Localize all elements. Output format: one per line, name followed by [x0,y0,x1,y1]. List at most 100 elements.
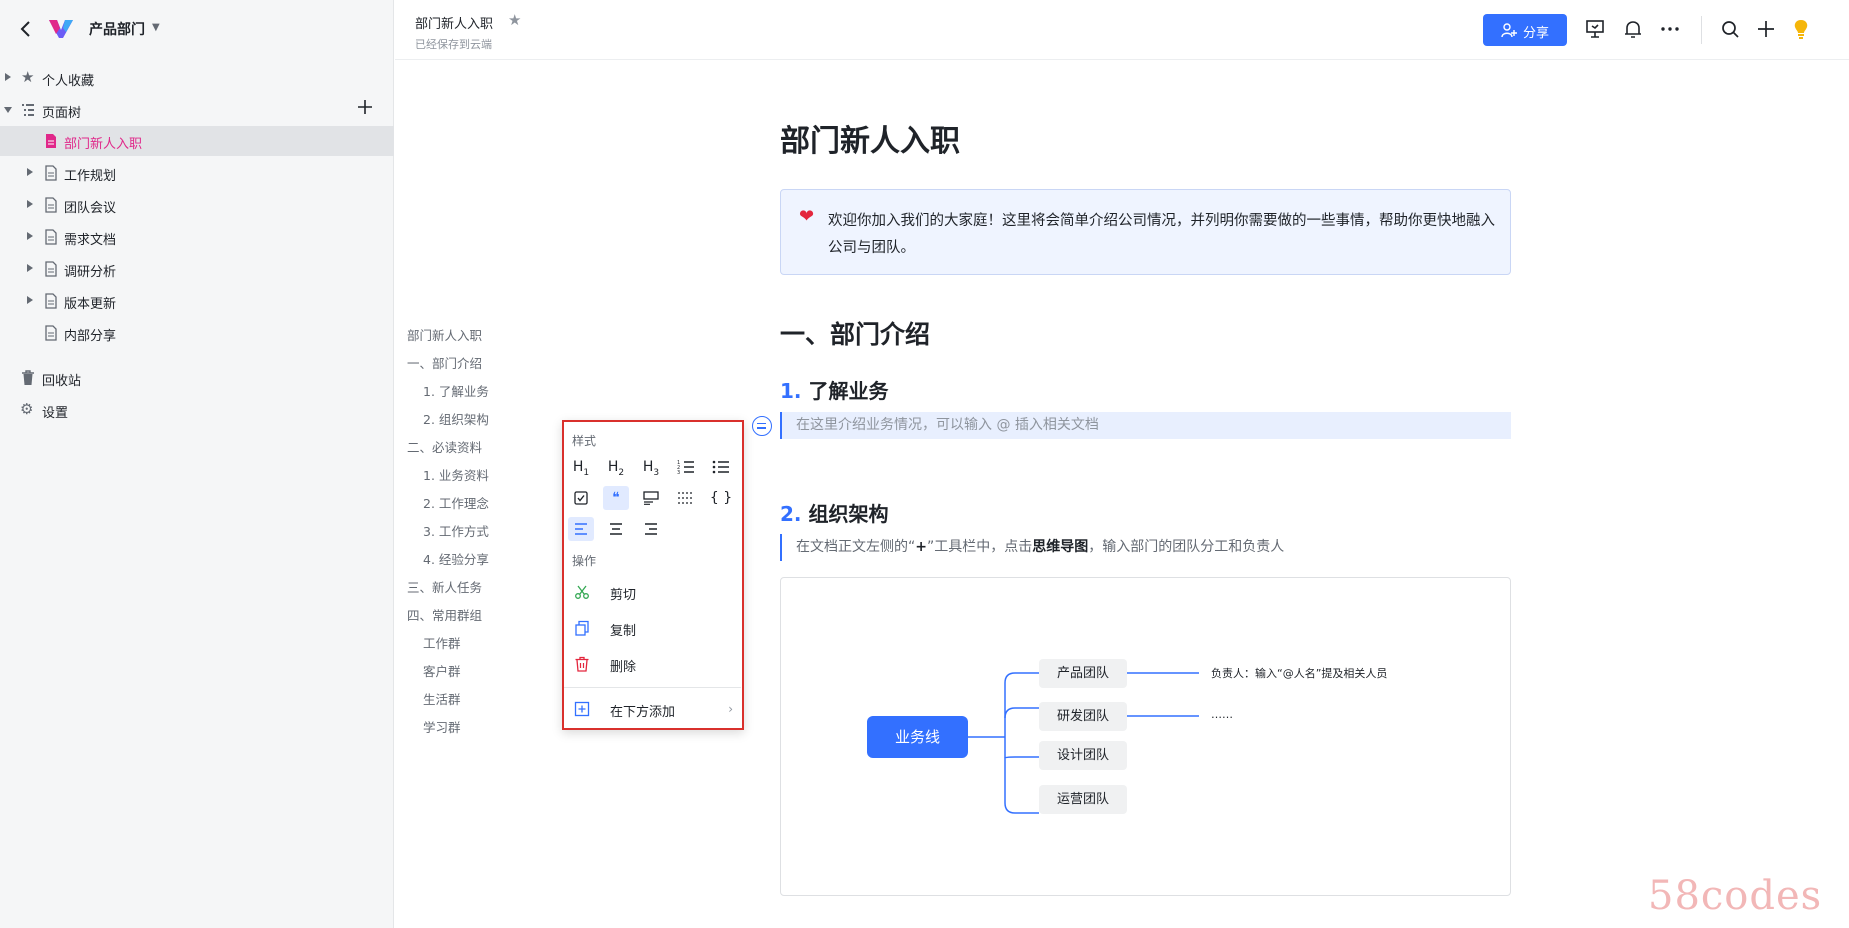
outline-item[interactable]: 客户群 [423,661,461,680]
more-icon[interactable] [1659,18,1681,40]
bullet-list-icon[interactable] [708,455,734,479]
delete-button[interactable]: 删除 [564,647,741,681]
sidebar-item-settings[interactable]: ⚙ 设置 [0,395,394,425]
menu-item-label: 复制 [610,624,637,639]
section-heading[interactable]: 一、部门介绍 [780,315,930,351]
sidebar-item-favorites[interactable]: ★ 个人收藏 [0,63,394,93]
outline-item[interactable]: 3. 工作方式 [423,521,489,540]
outline-item[interactable]: 一、部门介绍 [407,353,482,372]
page-label: 调研分析 [64,265,117,280]
app-logo-icon [49,20,73,38]
doc-icon [46,134,56,148]
space-name[interactable]: 产品部门 [89,19,145,39]
share-label: 分享 [1523,25,1550,40]
page-label: 内部分享 [64,329,117,344]
outline-item[interactable]: 1. 了解业务 [423,381,489,400]
tree-list-icon [22,104,34,116]
save-status: 已经保存到云端 [415,38,492,51]
expand-arrow-icon[interactable] [27,168,33,176]
heading-text: 了解业务 [808,379,889,403]
back-icon[interactable] [14,17,38,41]
sidebar-page-item[interactable]: 工作规划 [0,158,394,188]
align-center-icon[interactable] [603,517,629,541]
add-box-icon [574,701,590,717]
outline-item[interactable]: 2. 组织架构 [423,409,489,428]
heading2-button[interactable]: H2 [603,455,629,479]
expand-arrow-icon[interactable] [27,232,33,240]
expand-arrow-icon[interactable] [27,200,33,208]
subheading[interactable]: 2. 组织架构 [780,498,888,527]
sidebar-item-page-tree[interactable]: 页面树 [0,95,394,125]
divider-icon[interactable] [673,486,699,510]
outline-item[interactable]: 四、常用群组 [407,605,482,624]
sidebar-page-item[interactable]: 部门新人入职 [0,126,394,156]
heading-text: 组织架构 [808,502,889,526]
add-page-icon[interactable] [356,98,374,116]
sidebar-page-item[interactable]: 需求文档 [0,222,394,252]
app-window: 产品部门 ▼ ★ 个人收藏 页面树 部门新人入职 工作规划 团队会议 需求文档 … [0,0,1849,928]
callout-block[interactable]: ❤ 欢迎你加入我们的大家庭！这里将会简单介绍公司情况，并列明你需要做的一些事情，… [780,189,1511,275]
collapse-arrow-icon[interactable] [4,107,12,113]
add-below-button[interactable]: 在下方添加 › [564,692,741,726]
doc-icon [45,197,57,213]
outline-item[interactable]: 生活群 [423,689,461,708]
text-run-bold: 思维导图 [1032,539,1089,555]
gear-icon: ⚙ [20,400,34,418]
mindmap-note[interactable]: …… [1211,708,1233,721]
heading1-button[interactable]: H1 [568,455,594,479]
outline-item[interactable]: 二、必读资料 [407,437,482,456]
align-right-icon[interactable] [638,517,664,541]
mindmap-node[interactable]: 产品团队 [1039,659,1127,688]
callout-text[interactable]: 欢迎你加入我们的大家庭！这里将会简单介绍公司情况，并列明你需要做的一些事情，帮助… [828,208,1498,262]
sidebar-page-item[interactable]: 内部分享 [0,318,394,348]
outline-item[interactable]: 学习群 [423,717,461,736]
todo-icon[interactable] [568,486,594,510]
mindmap-note[interactable]: 负责人：输入“@人名”提及相关人员 [1211,665,1387,681]
sidebar-page-item[interactable]: 版本更新 [0,286,394,316]
plus-icon[interactable] [1755,18,1777,40]
menu-divider [564,687,741,688]
presentation-icon[interactable] [1584,18,1606,40]
align-left-icon[interactable] [568,517,594,541]
menu-section-label: 操作 [572,554,597,568]
sidebar-page-item[interactable]: 团队会议 [0,190,394,220]
selected-paragraph[interactable]: 在这里介绍业务情况，可以输入 @ 插入相关文档 [780,412,1511,439]
page-title[interactable]: 部门新人入职 [780,116,960,160]
sidebar-page-item[interactable]: 调研分析 [0,254,394,284]
expand-arrow-icon[interactable] [27,264,33,272]
sidebar-item-recycle[interactable]: 回收站 [0,363,394,393]
expand-arrow-icon[interactable] [5,73,11,81]
menu-section-label: 样式 [572,434,597,448]
mindmap-root-node[interactable]: 业务线 [867,716,968,758]
bell-icon[interactable] [1622,18,1644,40]
heading3-button[interactable]: H3 [638,455,664,479]
outline-item[interactable]: 2. 工作理念 [423,493,489,512]
mindmap-block[interactable]: 业务线 产品团队 研发团队 设计团队 运营团队 负责人：输入“@人名”提及相关人… [780,577,1511,896]
outline-item[interactable]: 工作群 [423,633,461,652]
outline-item[interactable]: 部门新人入职 [407,325,482,344]
subheading[interactable]: 1. 了解业务 [780,375,888,404]
mindmap-node[interactable]: 运营团队 [1039,785,1127,814]
sidebar-item-label: 页面树 [42,106,82,121]
page-label: 工作规划 [64,169,117,184]
outline-item[interactable]: 1. 业务资料 [423,465,489,484]
search-icon[interactable] [1719,18,1741,40]
block-handle-icon[interactable] [752,416,772,436]
lightbulb-icon[interactable] [1790,18,1812,40]
svg-text:3: 3 [677,470,680,475]
expand-arrow-icon[interactable] [27,296,33,304]
mindmap-node[interactable]: 研发团队 [1039,702,1127,731]
paragraph[interactable]: 在文档正文左侧的“+”工具栏中，点击思维导图，输入部门的团队分工和负责人 [780,534,1511,561]
copy-button[interactable]: 复制 [564,611,741,645]
code-icon[interactable]: { } [708,486,734,510]
mindmap-node[interactable]: 设计团队 [1039,741,1127,770]
callout-icon[interactable] [638,486,664,510]
outline-item[interactable]: 4. 经验分享 [423,549,489,568]
outline-item[interactable]: 三、新人任务 [407,577,482,596]
quote-icon[interactable]: ❝ [603,486,629,510]
ordered-list-icon[interactable]: 123 [673,455,699,479]
star-icon[interactable]: ★ [508,11,521,29]
share-button[interactable]: 分享 [1483,14,1567,46]
cut-button[interactable]: 剪切 [564,575,741,609]
space-dropdown-icon[interactable]: ▼ [152,22,160,33]
